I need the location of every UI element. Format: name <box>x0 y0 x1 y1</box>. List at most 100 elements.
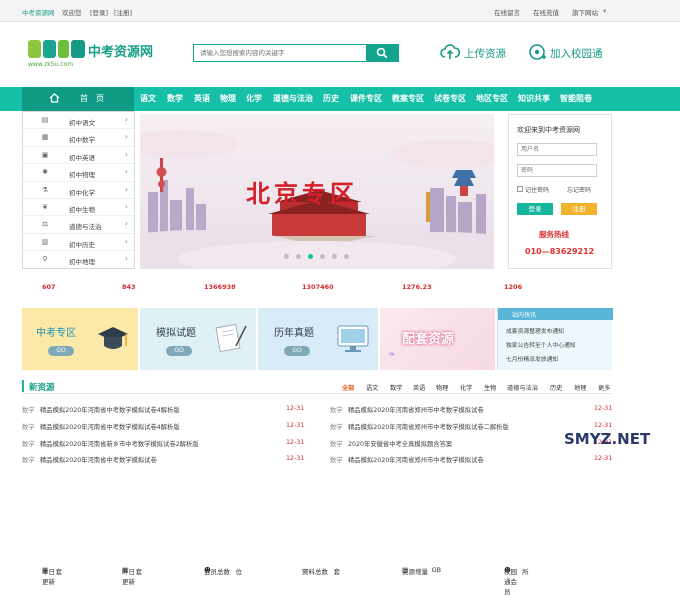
recharge-link[interactable]: 在线充值 <box>533 7 559 17</box>
chat-icon: ▣ <box>41 150 49 159</box>
tab-geography[interactable]: 地理 <box>574 383 586 392</box>
resource-title[interactable]: 精品模拟2020年河南省中考数学模拟试卷4解析版 <box>40 422 180 431</box>
tab-chinese[interactable]: 语文 <box>366 383 378 392</box>
chevron-right-icon: › <box>124 115 128 124</box>
card-go-button[interactable]: GO <box>48 346 74 356</box>
sidebar-item-morality-law[interactable]: ⚖ 道德与法治 › <box>23 216 134 234</box>
nav-home[interactable]: 首 页 <box>22 87 134 111</box>
remember-checkbox[interactable] <box>517 186 523 192</box>
card-go-button[interactable]: GO <box>166 346 192 356</box>
carousel-dots <box>284 254 350 260</box>
pin-icon: ⚲ <box>42 255 48 264</box>
sidebar-item-history[interactable]: ▥ 初中历史 › <box>23 234 134 252</box>
tab-more[interactable]: 更多 <box>598 383 610 392</box>
sidebar-item-physics[interactable]: ✺ 初中物理 › <box>23 164 134 182</box>
tab-physics[interactable]: 物理 <box>436 383 448 392</box>
resource-title[interactable]: 2020年安徽省中考全真模拟题含答案 <box>348 439 452 448</box>
card-title: 模拟试题 <box>156 328 196 339</box>
tab-morality-law[interactable]: 道德与法治 <box>507 383 538 392</box>
carousel-dot[interactable] <box>332 254 337 259</box>
sidebar-item-label: 初中历史 <box>69 240 95 249</box>
tab-all[interactable]: 全部 <box>342 383 354 392</box>
join-campus-button[interactable]: 加入校园通 <box>528 42 620 64</box>
sites-link[interactable]: 旗下网站 <box>572 7 598 17</box>
watermark-text: SMYZ.NET <box>564 430 651 448</box>
logo-url: www.zk5u.com <box>28 61 74 68</box>
tab-chemistry[interactable]: 化学 <box>460 383 472 392</box>
atom-icon: ✺ <box>42 168 48 177</box>
tab-history[interactable]: 历史 <box>550 383 562 392</box>
stat-yesterday: ▦ 昨日更新 843 套 <box>122 283 143 586</box>
password-input[interactable] <box>517 164 597 177</box>
stat-storage: ▤ 资源增量 1276.23 GB <box>402 283 442 576</box>
nav-item-morality-law[interactable]: 道德与法治 <box>273 93 313 104</box>
chevron-right-icon: › <box>124 236 128 246</box>
nav-item-regions[interactable]: 地区专区 <box>476 93 508 104</box>
logo-mark-icon <box>28 40 85 58</box>
card-go-button[interactable]: GO <box>284 346 310 356</box>
sidebar-item-chinese[interactable]: ▤ 初中语文 › <box>23 112 134 130</box>
resource-date: 12-31 <box>286 422 305 429</box>
nav-item-english[interactable]: 英语 <box>194 93 210 104</box>
register-link[interactable]: [注册] <box>114 7 132 17</box>
chevron-right-icon: › <box>124 149 128 159</box>
carousel-dot[interactable] <box>344 254 349 259</box>
sidebar-item-label: 初中化学 <box>69 188 95 197</box>
card-mock-exams[interactable]: 模拟试题 GO <box>140 308 256 370</box>
resource-category: 数学 <box>330 424 343 431</box>
scroll-icon: ▥ <box>41 237 49 246</box>
news-item[interactable]: 七月份精派发放通知 <box>506 354 558 363</box>
nav-item-history[interactable]: 历史 <box>323 93 339 104</box>
nav-home-label: 首 页 <box>80 94 104 103</box>
nav-item-courseware[interactable]: 课件专区 <box>350 93 382 104</box>
sidebar-item-label: 道德与法治 <box>69 223 102 232</box>
tab-biology[interactable]: 生物 <box>484 383 496 392</box>
register-button[interactable]: 注册 <box>561 203 597 215</box>
top-bar: 中考资源网 欢迎您 [登录] [注册] 在线留言 在线充值 旗下网站 ▾ <box>0 0 680 22</box>
resource-title[interactable]: 精品模拟2020年河南省新乡市中考数学模拟试卷2解析版 <box>40 439 199 448</box>
login-link[interactable]: [登录] <box>90 7 108 17</box>
carousel-dot-active[interactable] <box>308 254 313 259</box>
bird-icon: ❧ <box>388 350 396 360</box>
sidebar-item-geography[interactable]: ⚲ 初中地理 › <box>23 251 134 268</box>
resource-date: 12-31 <box>286 455 305 462</box>
resource-category: 数学 <box>330 441 343 448</box>
site-name[interactable]: 中考资源网 <box>22 7 55 17</box>
nav-item-knowledge-share[interactable]: 知识共享 <box>518 93 550 104</box>
resource-title[interactable]: 精品模拟2020年河南省中考数学模拟试卷4解析版 <box>40 405 180 414</box>
carousel-dot[interactable] <box>320 254 325 259</box>
upload-resource-button[interactable]: 上传资源 <box>440 42 520 64</box>
search-input[interactable] <box>194 45 364 61</box>
card-matching-resources[interactable]: 配套资源 ❧ <box>380 308 495 370</box>
sidebar-item-english[interactable]: ▣ 初中英语 › <box>23 147 134 165</box>
sidebar-item-math[interactable]: ▦ 初中数学 › <box>23 129 134 147</box>
sidebar-item-biology[interactable]: ❦ 初中生物 › <box>23 199 134 217</box>
nav-item-chinese[interactable]: 语文 <box>140 93 156 104</box>
nav-item-chemistry[interactable]: 化学 <box>246 93 262 104</box>
card-zhongkao[interactable]: 中考专区 GO <box>22 308 138 370</box>
nav-item-exam-papers[interactable]: 试卷专区 <box>434 93 466 104</box>
sidebar-item-chemistry[interactable]: ⚗ 初中化学 › <box>23 182 134 199</box>
banner-carousel[interactable]: 北京专区 <box>140 114 494 269</box>
news-item[interactable]: 成套资源整理发布通知 <box>506 326 564 335</box>
tab-english[interactable]: 英语 <box>413 383 425 392</box>
username-input[interactable] <box>517 143 597 156</box>
login-button[interactable]: 登录 <box>517 203 553 215</box>
nav-item-physics[interactable]: 物理 <box>220 93 236 104</box>
card-past-papers[interactable]: 历年真题 GO <box>258 308 378 370</box>
carousel-dot[interactable] <box>296 254 301 259</box>
resource-date: 12-31 <box>594 422 613 429</box>
resource-title[interactable]: 精品模拟2020年河南省郑州市中考数学模拟试卷二解析版 <box>348 422 509 431</box>
leaf-icon: ❦ <box>42 203 48 211</box>
logo[interactable]: 中考资源网 www.zk5u.com <box>28 38 158 68</box>
nav-item-math[interactable]: 数学 <box>167 93 183 104</box>
search-button[interactable] <box>366 45 398 61</box>
nav-item-smart-grading[interactable]: 智能阻卷 <box>560 93 592 104</box>
resource-title[interactable]: 精品模拟2020年河南省郑州市中考数学模拟试卷 <box>348 405 484 414</box>
message-link[interactable]: 在线留言 <box>494 7 520 17</box>
news-item[interactable]: 独家公告转至个人中心通知 <box>506 340 576 349</box>
tab-math[interactable]: 数学 <box>390 383 402 392</box>
forgot-password-link[interactable]: 忘记密码 <box>567 185 591 194</box>
nav-item-lesson-plans[interactable]: 教案专区 <box>392 93 424 104</box>
carousel-dot[interactable] <box>284 254 289 259</box>
